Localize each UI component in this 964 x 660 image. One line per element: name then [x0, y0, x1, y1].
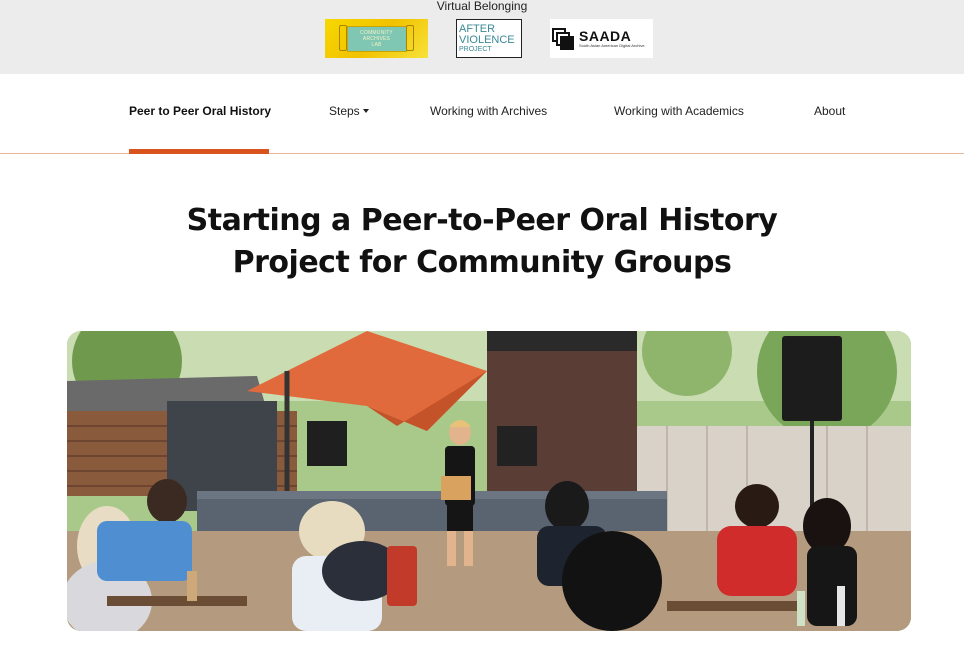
saada-wordmark: SAADA South Asian American Digital Archi… — [579, 29, 645, 49]
partner-heading: Virtual Belonging — [436, 0, 528, 13]
active-tab-indicator — [129, 149, 269, 154]
nav-item-steps[interactable]: Steps — [329, 104, 369, 118]
page-title: Starting a Peer-to-Peer Oral History Pro… — [0, 200, 964, 284]
caret-down-icon — [362, 108, 369, 113]
main-nav: Peer to Peer Oral History Steps Working … — [0, 74, 964, 154]
logo-decoration — [339, 25, 347, 51]
nav-item-about[interactable]: About — [814, 104, 845, 118]
logo-decoration — [406, 25, 414, 51]
nav-item-label: Steps — [329, 104, 360, 118]
logo-text: VIOLENCE — [459, 33, 515, 46]
page-title-line: Project for Community Groups — [232, 245, 732, 280]
saada-logo[interactable]: SAADA South Asian American Digital Archi… — [550, 19, 653, 58]
logo-subtitle: South Asian American Digital Archive — [579, 42, 645, 48]
hero-photo-illustration — [67, 331, 911, 631]
hero-image — [67, 331, 911, 631]
logo-text: PROJECT — [459, 45, 492, 53]
logo-badge: COMMUNITY ARCHIVES LAB — [346, 25, 407, 52]
nav-item-peer-to-peer[interactable]: Peer to Peer Oral History — [129, 104, 271, 118]
logo-text: AFTER — [459, 22, 496, 35]
nav-item-working-with-academics[interactable]: Working with Academics — [614, 104, 744, 118]
after-violence-project-logo[interactable]: AFTER VIOLENCE PROJECT — [456, 19, 522, 58]
logo-text: LAB — [371, 41, 382, 48]
page-title-line: Starting a Peer-to-Peer Oral History — [186, 203, 778, 238]
logo-title: SAADA — [579, 27, 632, 44]
partner-banner: Virtual Belonging COMMUNITY ARCHIVES LAB… — [0, 0, 964, 74]
nav-item-working-with-archives[interactable]: Working with Archives — [430, 104, 547, 118]
saada-mark-icon — [552, 27, 575, 50]
community-archives-lab-logo[interactable]: COMMUNITY ARCHIVES LAB — [325, 19, 428, 58]
